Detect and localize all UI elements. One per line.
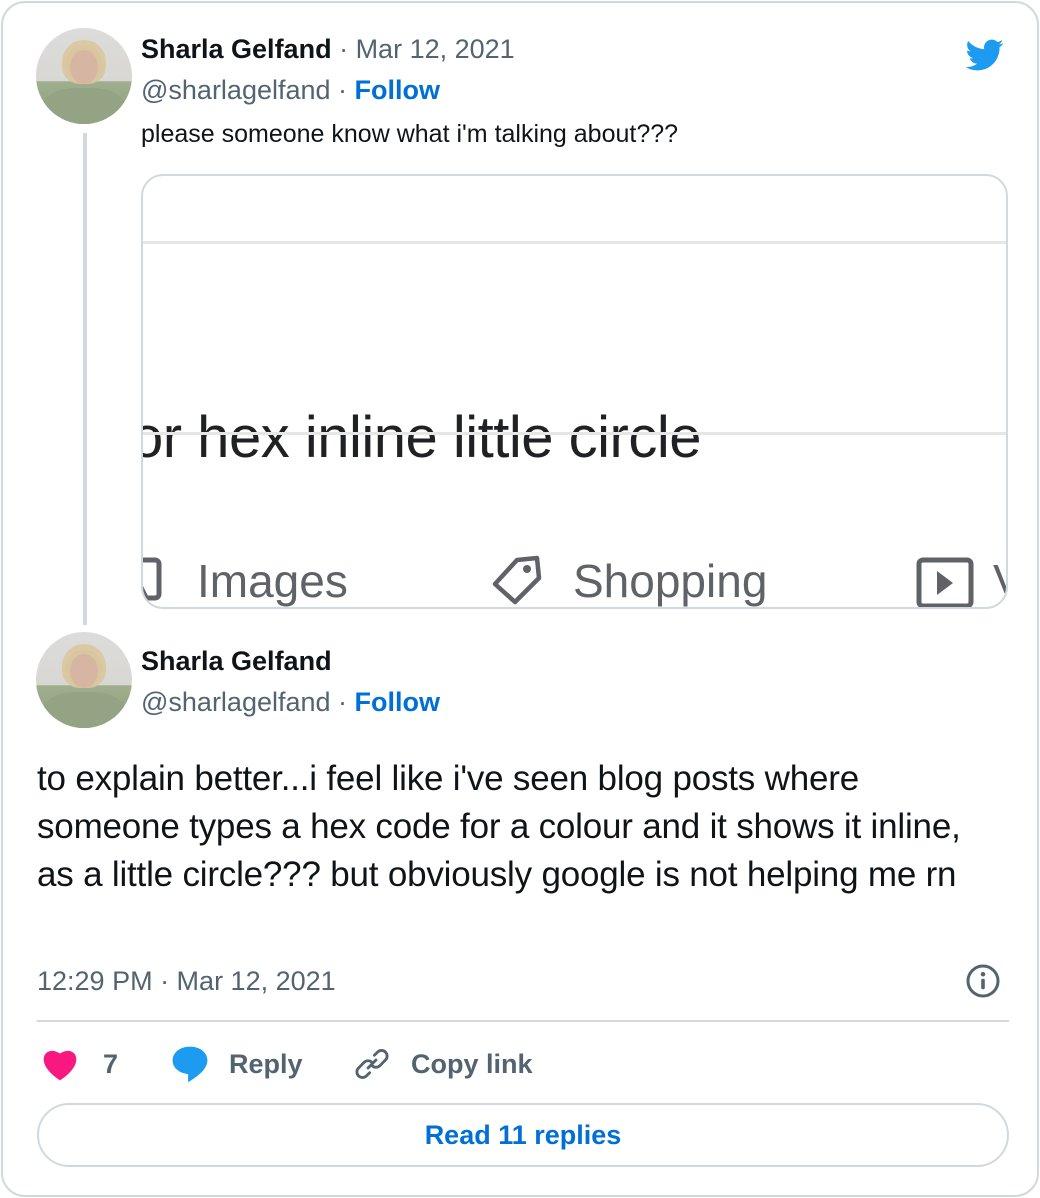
tweet-media-image[interactable]: or hex inline little circle Images Shopp… [141, 174, 1008, 609]
media-tab-images: Images [197, 555, 348, 607]
parent-author-avatar[interactable] [36, 28, 132, 124]
main-author-name[interactable]: Sharla Gelfand [141, 646, 332, 676]
main-handle-line: @sharlagelfand · Follow [141, 685, 440, 719]
copy-link-button[interactable]: Copy link [353, 1039, 533, 1089]
like-count: 7 [103, 1048, 119, 1079]
twitter-bird-icon[interactable] [961, 35, 1007, 75]
embedded-tweet-card: Sharla Gelfand · Mar 12, 2021 @sharlagel… [1, 1, 1039, 1197]
tweet-timestamp[interactable]: 12:29 PM · Mar 12, 2021 [37, 963, 336, 999]
main-tweet-text: to explain better...i feel like i've see… [37, 759, 961, 894]
avatar-face [70, 654, 98, 688]
avatar-face [70, 50, 98, 84]
parent-follow-link[interactable]: Follow [355, 75, 440, 105]
main-follow-link[interactable]: Follow [355, 687, 440, 717]
parent-author-handle[interactable]: @sharlagelfand [141, 75, 331, 105]
parent-tweet-date[interactable]: Mar 12, 2021 [356, 34, 515, 64]
reply-button[interactable]: Reply [171, 1039, 303, 1089]
parent-handle-line: @sharlagelfand · Follow [141, 73, 440, 107]
media-tab-shopping: Shopping [573, 555, 768, 607]
media-divider-bottom [143, 432, 1006, 435]
avatar-shirt [42, 692, 126, 728]
reply-label: Reply [229, 1048, 303, 1079]
copy-link-label: Copy link [411, 1048, 533, 1079]
media-divider-top [143, 241, 1006, 244]
thread-connector-line [83, 133, 87, 625]
parent-author-name[interactable]: Sharla Gelfand [141, 34, 332, 64]
read-replies-button[interactable]: Read 11 replies [37, 1103, 1009, 1167]
parent-separator: · [331, 34, 356, 64]
media-tab-videos: V [993, 554, 1006, 607]
video-play-icon [916, 557, 974, 607]
image-icon [143, 557, 162, 601]
avatar-shirt [42, 88, 126, 124]
tag-icon [492, 555, 542, 605]
main-author-avatar[interactable] [36, 632, 132, 728]
parent-handle-separator: · [330, 75, 355, 105]
main-author-handle[interactable]: @sharlagelfand [141, 687, 331, 717]
like-button[interactable]: 7 [41, 1039, 118, 1089]
read-replies-label: Read 11 replies [424, 1119, 622, 1150]
parent-tweet-text: please someone know what i'm talking abo… [141, 120, 679, 148]
main-author-line: Sharla Gelfand [141, 644, 332, 678]
link-icon [355, 1049, 389, 1079]
main-handle-separator: · [330, 687, 355, 717]
media-search-query-text: or hex inline little circle [141, 405, 701, 470]
info-icon[interactable] [965, 963, 1001, 999]
parent-author-line: Sharla Gelfand · Mar 12, 2021 [141, 32, 515, 66]
heart-icon [43, 1050, 77, 1081]
actions-divider [37, 1020, 1009, 1022]
reply-bubble-icon [172, 1046, 208, 1083]
